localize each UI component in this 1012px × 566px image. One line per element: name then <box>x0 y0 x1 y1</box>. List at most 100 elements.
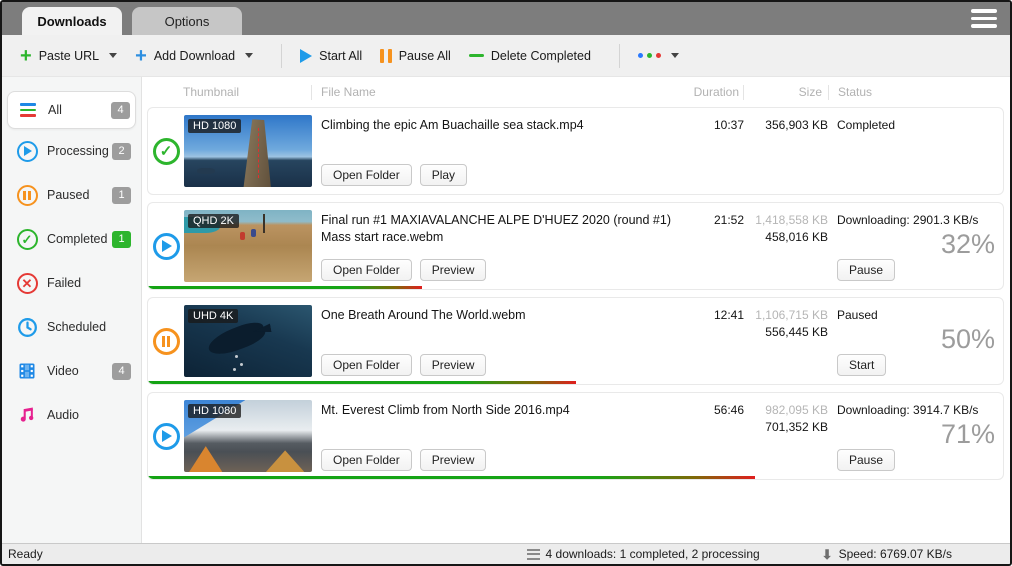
open-folder-button[interactable]: Open Folder <box>321 449 412 471</box>
file-name: Mt. Everest Climb from North Side 2016.m… <box>321 402 682 419</box>
column-duration: Duration <box>685 85 743 99</box>
thumbnail-image: UHD 4K <box>184 305 312 377</box>
duration-value: 12:41 <box>686 298 744 384</box>
thumbnail-image: HD 1080 <box>184 400 312 472</box>
count-badge: 1 <box>112 231 131 248</box>
speed-indicator: ⬇ Speed: 6769.07 KB/s <box>822 547 952 561</box>
add-download-button[interactable]: + Add Download <box>131 45 257 67</box>
thumbnail-image: HD 1080 <box>184 115 312 187</box>
pause-button[interactable]: Pause <box>837 449 895 471</box>
progress-bar <box>148 381 576 384</box>
chevron-down-icon[interactable] <box>671 53 679 58</box>
status-text: Paused <box>837 308 995 322</box>
sidebar-item-all[interactable]: All 4 <box>7 91 136 129</box>
film-icon <box>16 360 38 382</box>
pause-all-button[interactable]: Pause All <box>376 45 455 67</box>
column-thumbnail: Thumbnail <box>183 85 311 99</box>
downloads-summary-text: 4 downloads: 1 completed, 2 processing <box>546 547 760 561</box>
list-icon <box>17 99 39 121</box>
progress-percent: 32% <box>941 229 995 260</box>
pause-circle-icon <box>153 328 180 355</box>
sidebar-item-video[interactable]: Video 4 <box>2 349 141 393</box>
clock-icon <box>16 316 38 338</box>
down-arrow-icon: ⬇ <box>822 548 833 561</box>
download-row[interactable]: UHD 4K One Breath Around The World.webm … <box>147 297 1004 385</box>
play-icon <box>300 49 312 63</box>
paste-url-button[interactable]: + Paste URL <box>16 45 121 67</box>
download-row[interactable]: QHD 2K Final run #1 MAXIAVALANCHE ALPE D… <box>147 202 1004 290</box>
open-folder-button[interactable]: Open Folder <box>321 259 412 281</box>
size-downloaded: 701,352 KB <box>744 420 828 434</box>
size-downloaded: 458,016 KB <box>744 230 828 244</box>
column-size: Size <box>744 85 828 99</box>
sidebar-item-failed[interactable]: ✕ Failed <box>2 261 141 305</box>
downloads-summary: 4 downloads: 1 completed, 2 processing <box>527 547 760 561</box>
chevron-down-icon[interactable] <box>109 53 117 58</box>
sidebar-item-completed[interactable]: ✓ Completed 1 <box>2 217 141 261</box>
quality-badge: QHD 2K <box>188 214 239 228</box>
pause-icon <box>380 49 392 63</box>
size-total: 982,095 KB <box>744 403 828 417</box>
list-icon <box>527 549 540 560</box>
duration-value: 21:52 <box>686 203 744 289</box>
delete-completed-button[interactable]: Delete Completed <box>465 45 595 67</box>
count-badge: 1 <box>112 187 131 204</box>
progress-percent: 71% <box>941 419 995 450</box>
open-folder-button[interactable]: Open Folder <box>321 164 412 186</box>
app-window: Downloads Options + Paste URL + Add Down… <box>0 0 1012 566</box>
check-circle-icon: ✓ <box>153 138 180 165</box>
minus-icon <box>469 54 484 58</box>
quality-badge: HD 1080 <box>188 119 241 133</box>
chevron-down-icon[interactable] <box>245 53 253 58</box>
content-area: All 4 Processing 2 Paused 1 ✓ <box>2 77 1010 543</box>
open-folder-button[interactable]: Open Folder <box>321 354 412 376</box>
sidebar-item-label: Audio <box>47 408 131 422</box>
download-row[interactable]: ✓ HD 1080 Climbing the epic Am Buachaill… <box>147 107 1004 195</box>
sidebar-item-label: Scheduled <box>47 320 131 334</box>
music-note-icon <box>16 404 38 426</box>
count-badge: 4 <box>111 102 130 119</box>
paste-url-label: Paste URL <box>39 49 99 63</box>
start-all-button[interactable]: Start All <box>296 45 366 67</box>
count-badge: 2 <box>112 143 131 160</box>
pause-button[interactable]: Pause <box>837 259 895 281</box>
file-name: Climbing the epic Am Buachaille sea stac… <box>321 117 682 134</box>
play-circle-icon <box>16 140 38 162</box>
preview-button[interactable]: Preview <box>420 354 487 376</box>
file-name: Final run #1 MAXIAVALANCHE ALPE D'HUEZ 2… <box>321 212 682 246</box>
file-name: One Breath Around The World.webm <box>321 307 682 324</box>
preview-button[interactable]: Preview <box>420 259 487 281</box>
toolbar: + Paste URL + Add Download Start All Pau… <box>2 35 1010 77</box>
hamburger-menu-icon[interactable] <box>971 9 997 28</box>
progress-percent: 50% <box>941 324 995 355</box>
preview-button[interactable]: Preview <box>420 449 487 471</box>
sidebar-item-audio[interactable]: Audio <box>2 393 141 437</box>
size-downloaded: 556,445 KB <box>744 325 828 339</box>
sidebar-item-label: Completed <box>47 232 112 246</box>
downloads-panel: Thumbnail File Name Duration Size Status… <box>142 77 1010 543</box>
sidebar-item-paused[interactable]: Paused 1 <box>2 173 141 217</box>
play-button[interactable]: Play <box>420 164 467 186</box>
column-file-name: File Name <box>312 85 685 99</box>
plus-icon: + <box>20 49 32 63</box>
status-text: Downloading: 2901.3 KB/s <box>837 213 995 227</box>
sidebar-item-label: Failed <box>47 276 131 290</box>
sidebar-item-processing[interactable]: Processing 2 <box>2 129 141 173</box>
pause-circle-icon <box>16 184 38 206</box>
more-options-button[interactable] <box>634 49 683 62</box>
sidebar-item-scheduled[interactable]: Scheduled <box>2 305 141 349</box>
start-button[interactable]: Start <box>837 354 886 376</box>
sidebar-item-label: Paused <box>47 188 112 202</box>
column-status: Status <box>829 85 1004 99</box>
tab-options[interactable]: Options <box>132 7 242 35</box>
play-circle-icon <box>153 233 180 260</box>
download-row[interactable]: HD 1080 Mt. Everest Climb from North Sid… <box>147 392 1004 480</box>
count-badge: 4 <box>112 363 131 380</box>
tab-downloads[interactable]: Downloads <box>22 7 122 35</box>
size-total: 1,418,558 KB <box>744 213 828 227</box>
speed-text: Speed: 6769.07 KB/s <box>839 547 952 561</box>
status-bar: Ready 4 downloads: 1 completed, 2 proces… <box>2 543 1010 564</box>
thumbnail-image: QHD 2K <box>184 210 312 282</box>
table-header: Thumbnail File Name Duration Size Status <box>142 79 1010 105</box>
delete-completed-label: Delete Completed <box>491 49 591 63</box>
